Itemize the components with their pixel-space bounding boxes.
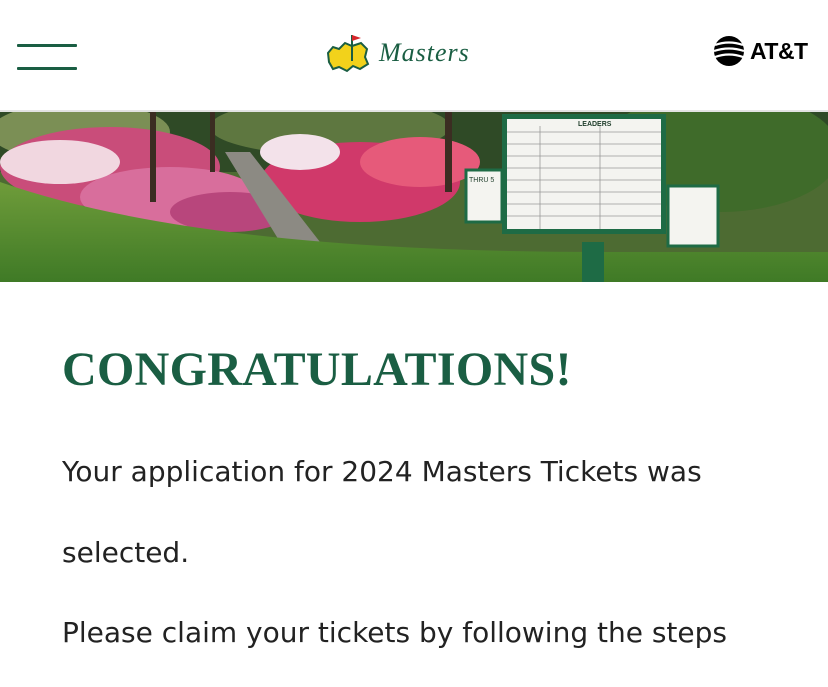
page-title: CONGRATULATIONS! — [62, 343, 572, 396]
main-content: CONGRATULATIONS! Your application for 20… — [62, 340, 802, 649]
att-wordmark: AT&T — [750, 37, 808, 64]
course-banner-image: LEADERS THRU 5 — [0, 112, 828, 282]
message-line-2: selected. — [62, 536, 190, 569]
message-line-1: Your application for 2024 Masters Ticket… — [62, 455, 702, 488]
masters-wordmark: Masters — [379, 38, 470, 67]
att-globe-icon — [713, 36, 745, 66]
augusta-map-flag-icon — [326, 35, 370, 73]
att-sponsor-logo[interactable]: AT&T — [712, 34, 808, 68]
site-header: Masters AT&T — [0, 0, 828, 112]
thru-label: THRU 5 — [469, 177, 494, 184]
leaderboard-title: LEADERS — [578, 121, 612, 128]
hamburger-menu-icon[interactable] — [17, 44, 77, 72]
masters-logo[interactable]: Masters — [325, 28, 515, 78]
message-line-3: Please claim your tickets by following t… — [62, 616, 727, 649]
banner-illustration: LEADERS THRU 5 — [0, 112, 828, 282]
